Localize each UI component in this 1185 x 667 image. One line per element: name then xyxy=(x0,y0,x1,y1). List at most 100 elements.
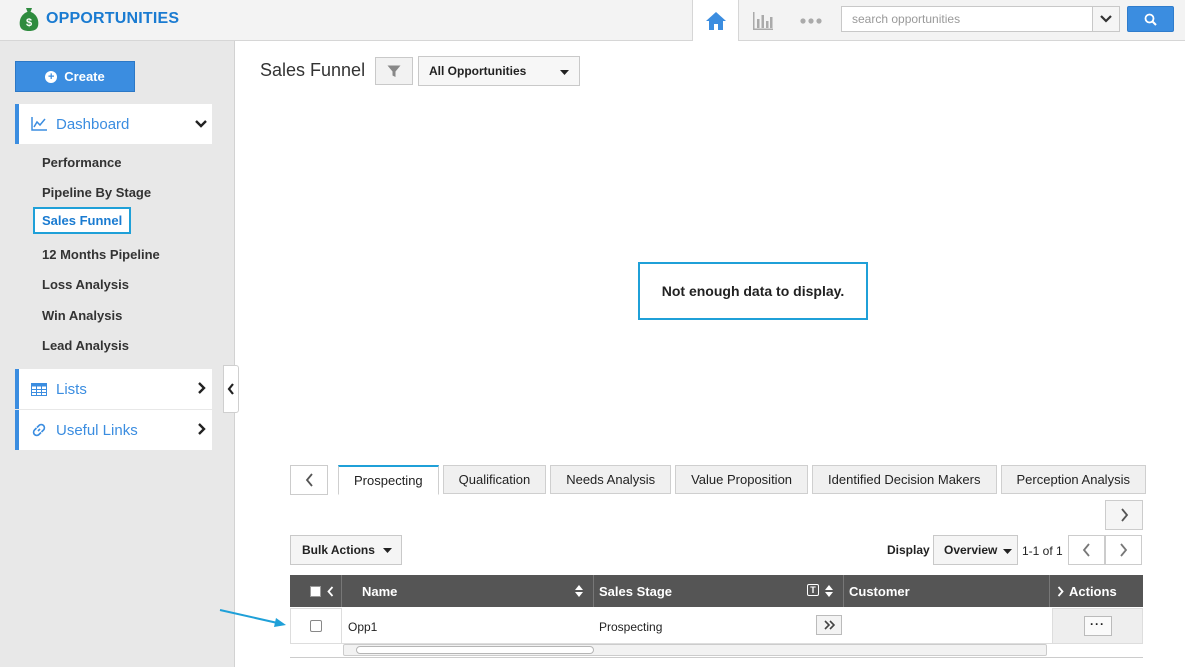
page-prev-button[interactable] xyxy=(1068,535,1105,565)
tab-needs-analysis[interactable]: Needs Analysis xyxy=(550,465,672,494)
link-icon xyxy=(32,423,46,437)
row-select-cell xyxy=(290,608,342,644)
home-tab[interactable] xyxy=(692,0,739,41)
table-row[interactable]: Opp1 Prospecting ··· xyxy=(290,608,1143,644)
sidebar-section-lists[interactable]: Lists xyxy=(15,369,212,409)
column-header-name[interactable]: Name xyxy=(342,575,594,607)
useful-links-label: Useful Links xyxy=(56,421,138,439)
display-label: Display xyxy=(887,543,930,557)
sidebar-item-loss-analysis[interactable]: Loss Analysis xyxy=(42,277,129,292)
column-header-actions[interactable]: Actions xyxy=(1050,575,1143,607)
money-bag-icon: $ xyxy=(19,8,39,31)
plus-circle-icon: + xyxy=(45,70,58,83)
tab-perception-analysis[interactable]: Perception Analysis xyxy=(1000,465,1146,494)
annotation-arrow-icon xyxy=(219,609,286,627)
search-button[interactable] xyxy=(1127,6,1174,32)
bulk-actions-button[interactable]: Bulk Actions xyxy=(290,535,402,565)
scrollbar-thumb[interactable] xyxy=(356,646,594,654)
tabs-next-button[interactable] xyxy=(1105,500,1143,530)
chevron-down-icon xyxy=(1100,15,1112,23)
caret-down-icon xyxy=(560,70,569,75)
stage-tabs: Prospecting Qualification Needs Analysis… xyxy=(338,465,1146,495)
line-chart-icon xyxy=(31,117,47,131)
display-value: Overview xyxy=(944,543,998,557)
column-name-label: Name xyxy=(362,583,398,599)
chevron-left-icon xyxy=(1082,543,1090,557)
lists-label: Lists xyxy=(56,380,87,398)
app-title: OPPORTUNITIES xyxy=(46,10,180,27)
select-all-checkbox[interactable] xyxy=(310,585,321,597)
tab-qualification[interactable]: Qualification xyxy=(442,465,547,494)
sidebar-item-performance[interactable]: Performance xyxy=(42,155,121,170)
divider xyxy=(290,657,1143,658)
filter-button[interactable] xyxy=(375,57,413,85)
column-header-sales-stage[interactable]: Sales Stage T xyxy=(594,575,844,607)
sidebar-item-12-months-pipeline[interactable]: 12 Months Pipeline xyxy=(42,247,160,262)
sort-icon[interactable] xyxy=(575,585,583,597)
sidebar-collapse-button[interactable] xyxy=(223,365,239,413)
tab-identified-decision-makers[interactable]: Identified Decision Makers xyxy=(812,465,997,494)
chevron-right-icon xyxy=(198,382,206,394)
page-count: 1-1 of 1 xyxy=(1022,544,1063,558)
double-chevron-right-icon xyxy=(823,620,835,630)
chevron-down-icon xyxy=(195,120,207,128)
chevron-right-icon xyxy=(1120,508,1128,522)
sidebar: + Create Dashboard Performance Pipeline … xyxy=(0,41,239,667)
table-header: Name Sales Stage T Customer Actions xyxy=(290,575,1143,607)
chevron-right-icon xyxy=(198,423,206,435)
app-logo[interactable]: $ OPPORTUNITIES xyxy=(18,6,179,32)
column-actions-label: Actions xyxy=(1069,583,1117,599)
bar-chart-icon xyxy=(753,11,773,30)
svg-text:$: $ xyxy=(26,17,32,29)
tab-value-proposition[interactable]: Value Proposition xyxy=(675,465,809,494)
cell-name[interactable]: Opp1 xyxy=(348,620,377,634)
more-dots-icon xyxy=(800,17,822,24)
chevron-right-icon xyxy=(1120,543,1128,557)
sidebar-section-useful-links[interactable]: Useful Links xyxy=(15,410,212,450)
create-label: Create xyxy=(64,69,105,84)
display-select[interactable]: Overview xyxy=(933,535,1018,565)
caret-down-icon xyxy=(382,547,392,553)
tab-prospecting[interactable]: Prospecting xyxy=(338,465,439,495)
reports-tab[interactable] xyxy=(740,0,786,41)
bulk-actions-label: Bulk Actions xyxy=(302,543,375,557)
chevron-left-icon[interactable] xyxy=(327,585,334,597)
tabs-prev-button[interactable] xyxy=(290,465,328,495)
create-button[interactable]: + Create xyxy=(15,61,135,92)
sidebar-item-pipeline-by-stage[interactable]: Pipeline By Stage xyxy=(42,185,151,200)
dashboard-label: Dashboard xyxy=(56,115,130,133)
sort-icon[interactable] xyxy=(825,585,833,597)
row-actions-cell: ··· xyxy=(1052,608,1143,644)
stage-expand-button[interactable] xyxy=(816,615,842,635)
top-bar: $ OPPORTUNITIES xyxy=(0,0,1185,41)
sidebar-item-lead-analysis[interactable]: Lead Analysis xyxy=(42,338,129,353)
column-sales-stage-label: Sales Stage xyxy=(599,583,672,599)
page-next-button[interactable] xyxy=(1105,535,1142,565)
row-checkbox[interactable] xyxy=(310,620,322,632)
row-actions-button[interactable]: ··· xyxy=(1083,616,1112,636)
table-icon xyxy=(31,382,47,396)
home-icon xyxy=(705,11,726,30)
sidebar-section-dashboard[interactable]: Dashboard xyxy=(15,104,212,144)
funnel-icon xyxy=(387,65,401,77)
empty-state-message: Not enough data to display. xyxy=(638,262,868,320)
caret-down-icon xyxy=(1003,549,1012,554)
search-input[interactable] xyxy=(841,6,1093,32)
opportunities-view-select[interactable]: All Opportunities xyxy=(418,56,580,86)
column-filter-icon[interactable]: T xyxy=(807,584,819,596)
opportunities-view-value: All Opportunities xyxy=(429,64,527,78)
column-header-customer[interactable]: Customer xyxy=(844,575,1050,607)
search-icon xyxy=(1144,13,1157,26)
header-select-cell xyxy=(290,575,342,607)
column-customer-label: Customer xyxy=(849,583,910,599)
horizontal-scrollbar[interactable] xyxy=(343,644,1047,656)
page-title: Sales Funnel xyxy=(260,60,366,80)
chevron-left-icon xyxy=(227,383,234,395)
chevron-left-icon xyxy=(305,473,313,487)
cell-sales-stage: Prospecting xyxy=(599,620,663,634)
sidebar-item-win-analysis[interactable]: Win Analysis xyxy=(42,308,122,323)
more-tab[interactable] xyxy=(788,0,834,41)
chevron-right-icon xyxy=(1057,585,1064,597)
search-dropdown-button[interactable] xyxy=(1092,6,1120,32)
sidebar-item-sales-funnel[interactable]: Sales Funnel xyxy=(33,207,132,234)
